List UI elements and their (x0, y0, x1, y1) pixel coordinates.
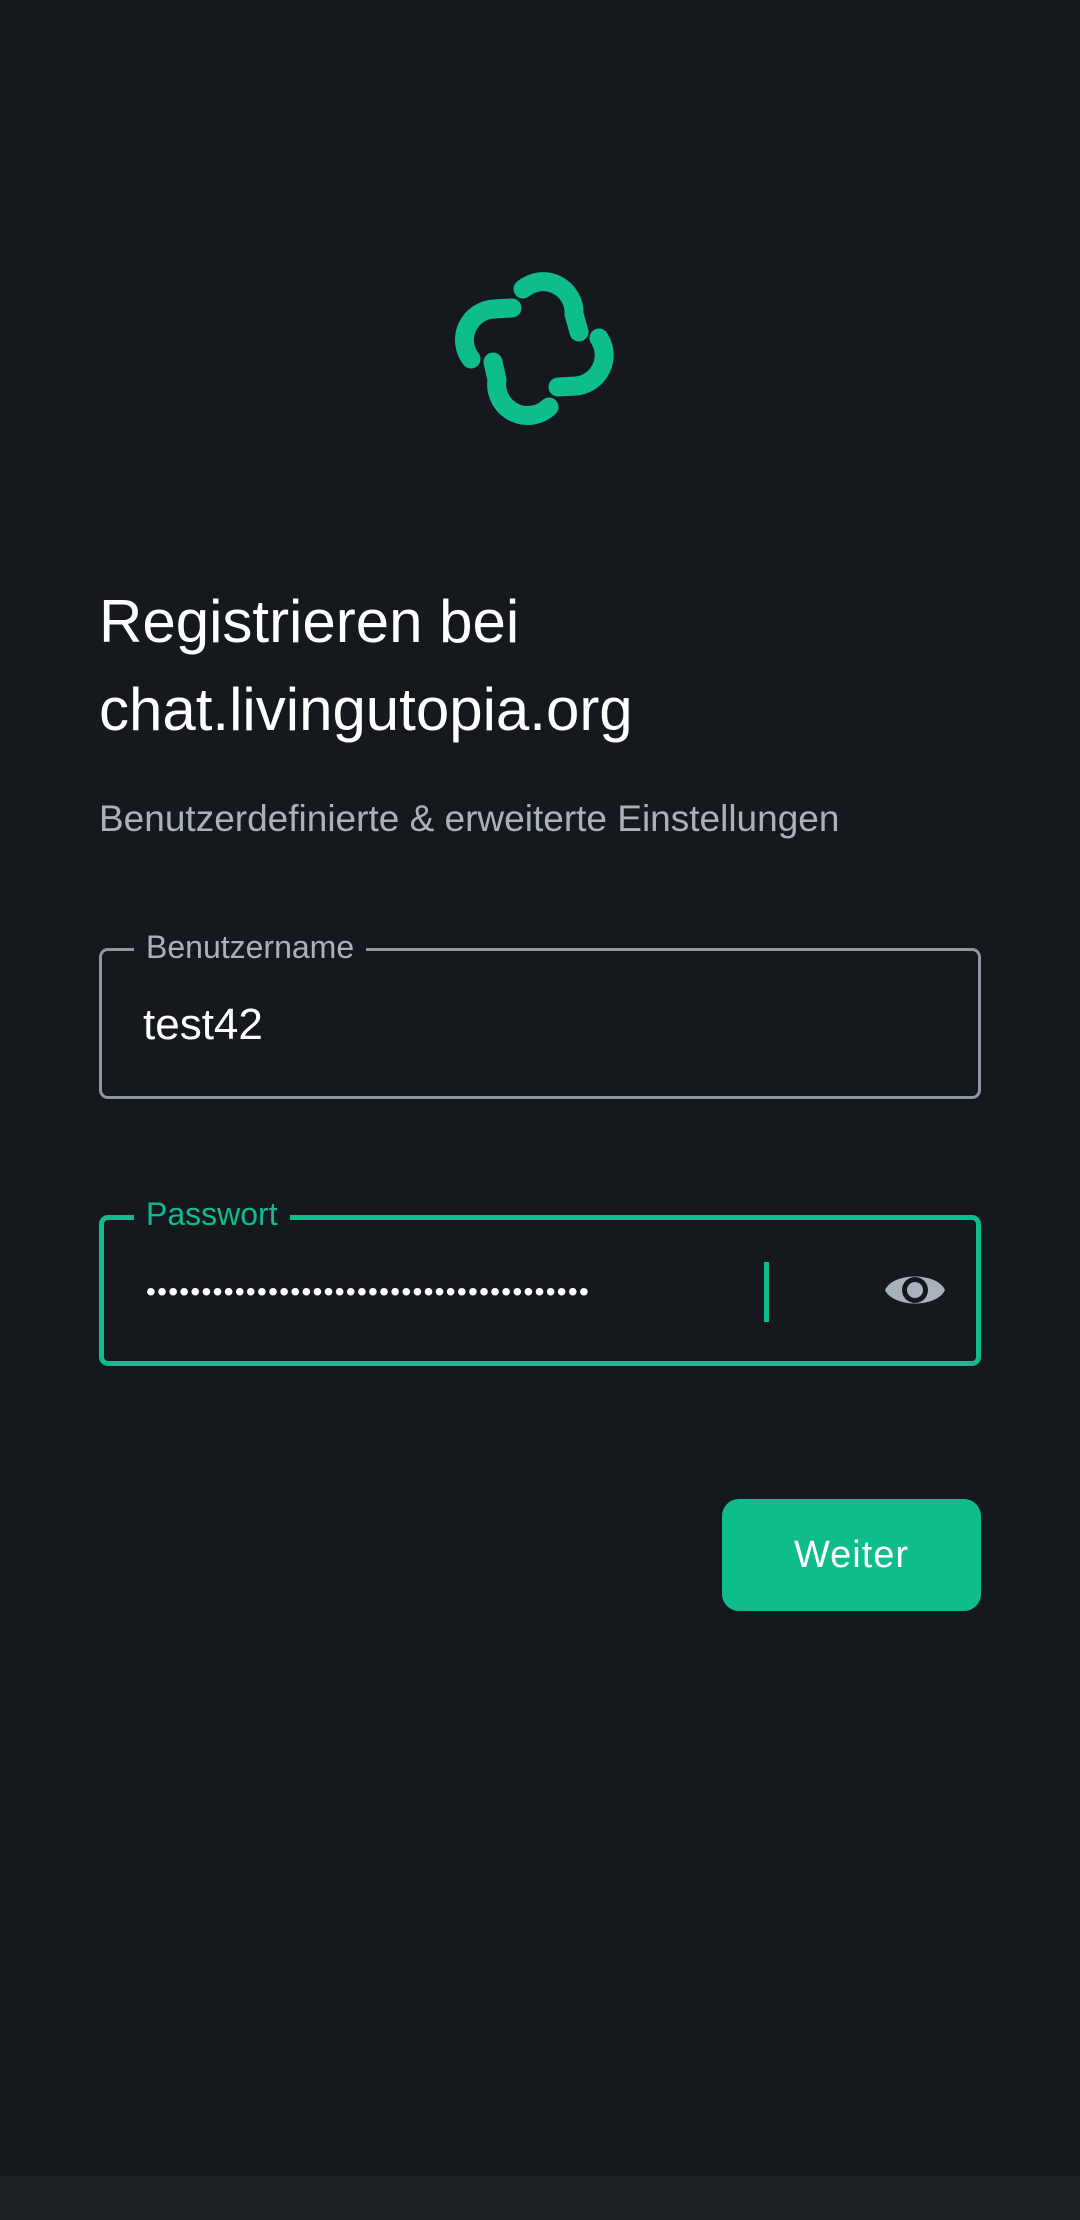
system-navigation-bar (0, 2176, 1080, 2220)
page-title-line2: chat.livingutopia.org (99, 676, 633, 743)
text-cursor (764, 1262, 769, 1322)
eye-icon[interactable] (884, 1264, 946, 1316)
page-title: Registrieren bei chat.livingutopia.org (99, 578, 979, 754)
username-label: Benutzername (134, 925, 367, 969)
page-title-line1: Registrieren bei (99, 588, 520, 655)
username-field[interactable]: Benutzername test42 (99, 925, 981, 1099)
password-label: Passwort (134, 1192, 290, 1236)
username-value[interactable]: test42 (143, 999, 263, 1051)
password-field[interactable]: Passwort •••••••••••••••••••••••••••••••… (99, 1192, 981, 1366)
element-logo-icon (455, 272, 614, 425)
password-value[interactable]: •••••••••••••••••••••••••••••••••••••••• (146, 1266, 590, 1318)
advanced-settings-link[interactable]: Benutzerdefinierte & erweiterte Einstell… (99, 795, 839, 843)
continue-button[interactable]: Weiter (722, 1499, 981, 1611)
